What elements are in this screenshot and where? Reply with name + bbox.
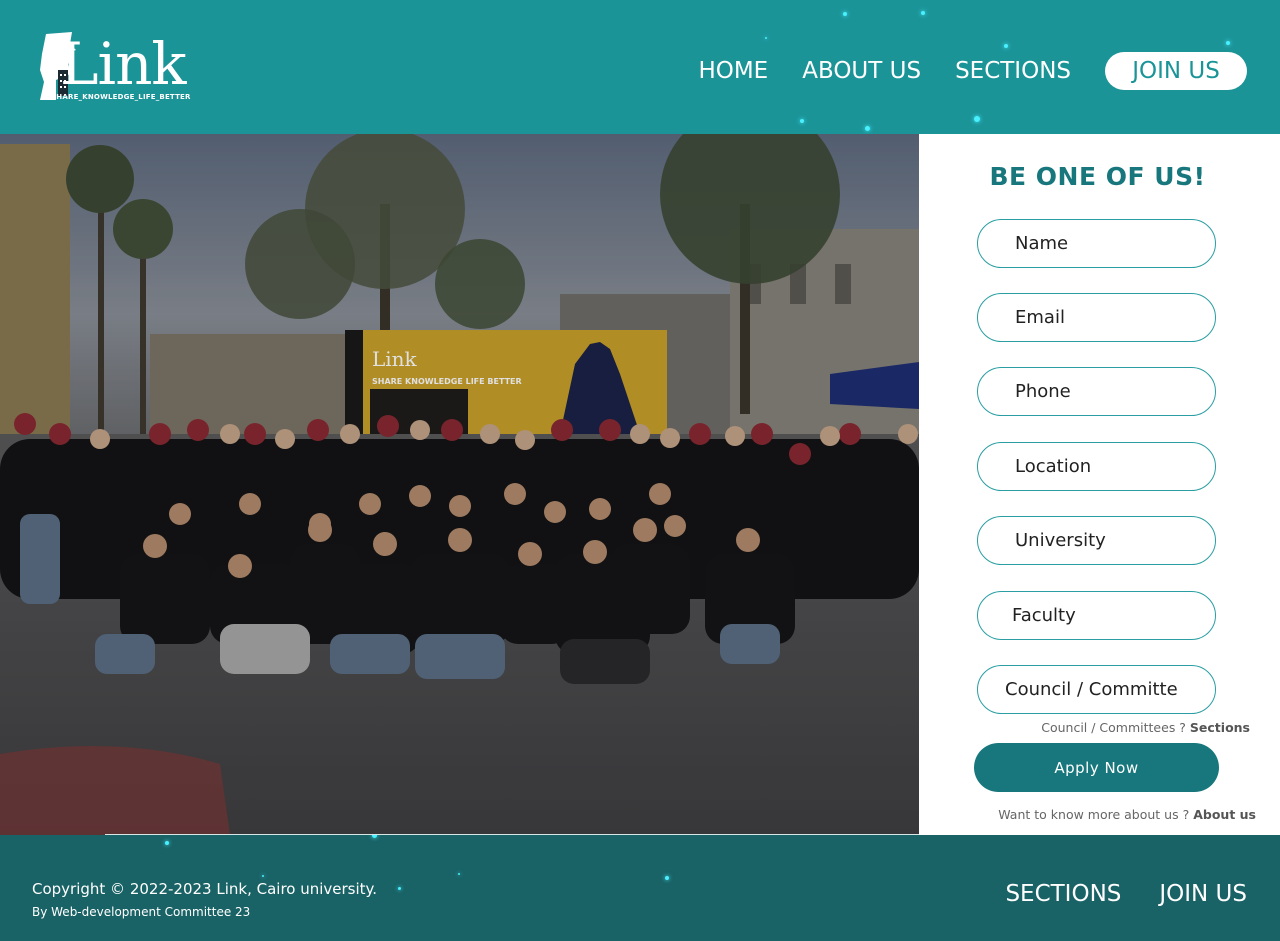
- particle-dot: [974, 116, 980, 122]
- location-field[interactable]: [977, 442, 1216, 491]
- nav-sections[interactable]: SECTIONS: [955, 53, 1071, 89]
- name-field[interactable]: [977, 219, 1216, 268]
- footer-nav-sections[interactable]: SECTIONS: [1005, 881, 1121, 907]
- particle-dot: [165, 841, 169, 845]
- join-us-button[interactable]: JOIN US: [1105, 52, 1247, 90]
- council-hint-text: Council / Committees ?: [1041, 720, 1186, 735]
- footer-nav: SECTIONS JOIN US: [967, 881, 1247, 907]
- footer-nav-join-us[interactable]: JOIN US: [1159, 881, 1247, 907]
- phone-field[interactable]: [977, 367, 1216, 416]
- nav-about-us[interactable]: ABOUT US: [802, 53, 921, 89]
- particle-dot: [262, 875, 264, 877]
- about-hint: Want to know more about us ? About us: [998, 807, 1256, 822]
- join-form-panel: BE ONE OF US! Council / Committees ? Sec…: [919, 134, 1280, 835]
- university-field[interactable]: [977, 516, 1216, 565]
- particle-dot: [1004, 44, 1008, 48]
- nav-home[interactable]: HOME: [698, 53, 768, 89]
- particle-dot: [800, 119, 804, 123]
- particle-dot: [398, 887, 401, 890]
- particle-dot: [865, 126, 870, 131]
- about-us-link[interactable]: About us: [1193, 807, 1256, 822]
- faculty-field[interactable]: [977, 591, 1216, 640]
- main-nav: HOME ABOUT US SECTIONS JOIN US: [698, 52, 1247, 90]
- about-hint-text: Want to know more about us ?: [998, 807, 1190, 822]
- logo-tagline: #SHARE_KNOWLEDGE_LIFE_BETTER: [45, 93, 191, 101]
- particle-dot: [843, 12, 847, 16]
- particle-dot: [765, 37, 767, 39]
- byline-text: By Web-development Committee 23: [32, 905, 251, 919]
- email-field[interactable]: [977, 293, 1216, 342]
- particle-dot: [1226, 41, 1230, 45]
- sections-link[interactable]: Sections: [1190, 720, 1250, 735]
- council-committee-field[interactable]: [977, 665, 1216, 714]
- council-hint: Council / Committees ? Sections: [1041, 720, 1250, 735]
- site-footer: Copyright © 2022-2023 Link, Cairo univer…: [0, 835, 1280, 941]
- group-photo-illustration: Link SHARE KNOWLEDGE LIFE BETTER: [0, 134, 919, 835]
- particle-dot: [665, 876, 669, 880]
- team-group-photo: Link SHARE KNOWLEDGE LIFE BETTER: [0, 134, 919, 835]
- copyright-text: Copyright © 2022-2023 Link, Cairo univer…: [32, 880, 378, 898]
- particle-dot: [372, 835, 377, 838]
- particle-dot: [458, 873, 460, 875]
- form-title: BE ONE OF US!: [989, 162, 1206, 191]
- logo-text: Link: [60, 30, 187, 98]
- particle-dot: [921, 11, 925, 15]
- site-logo[interactable]: Link #SHARE_KNOWLEDGE_LIFE_BETTER: [38, 30, 191, 106]
- site-header: Link #SHARE_KNOWLEDGE_LIFE_BETTER HOME A…: [0, 0, 1280, 134]
- apply-now-button[interactable]: Apply Now: [974, 743, 1219, 792]
